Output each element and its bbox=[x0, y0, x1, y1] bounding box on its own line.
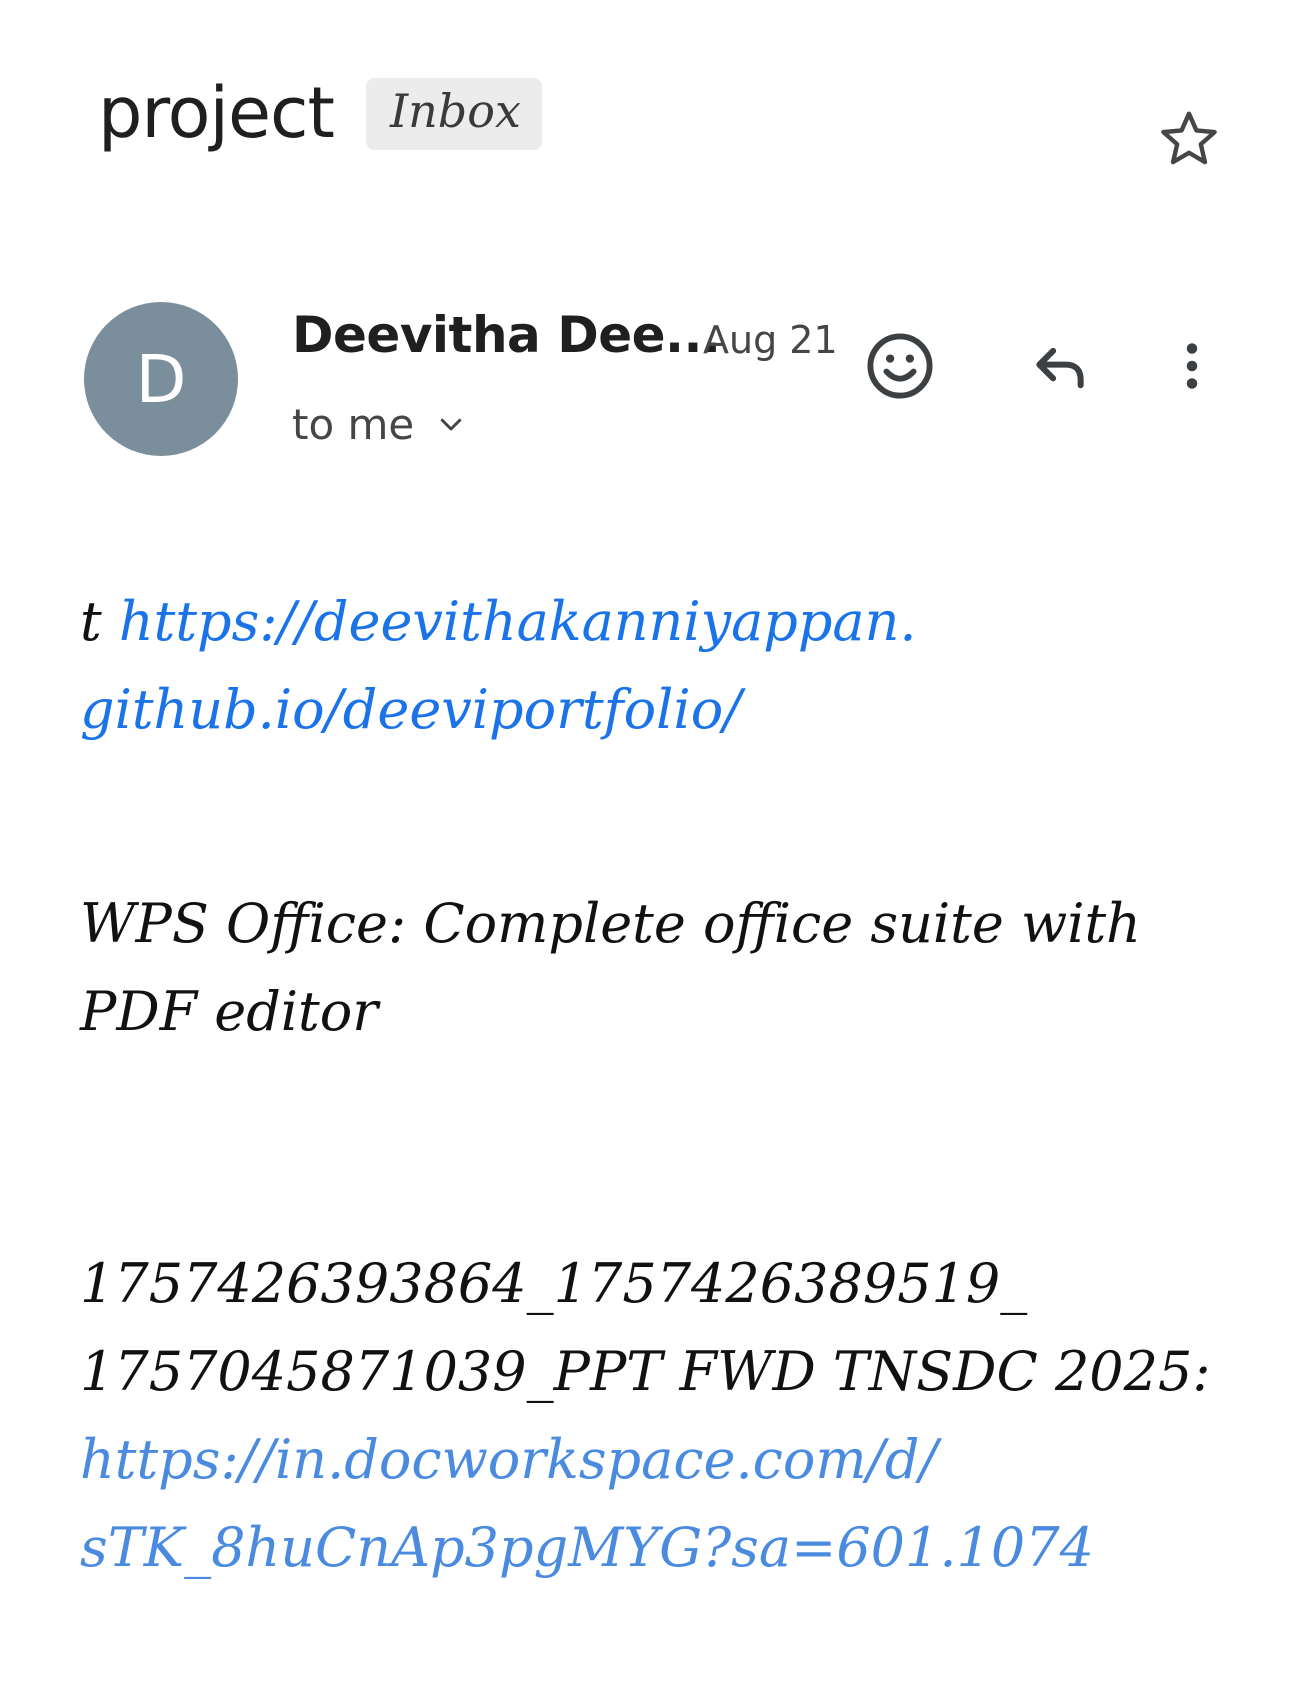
body-text: WPS Office: Complete office suite with bbox=[80, 892, 1141, 955]
body-text: 1757426393864_1757426389519_ bbox=[80, 1252, 1028, 1315]
body-text: PDF editor bbox=[80, 980, 379, 1043]
chevron-down-icon bbox=[436, 400, 466, 449]
docworkspace-link-continued[interactable]: sTK_8huCnAp3pgMYG?sa=601.1074 bbox=[80, 1516, 1094, 1579]
star-outline-icon bbox=[1156, 106, 1222, 176]
recipient-details-toggle[interactable]: to me bbox=[292, 400, 466, 449]
star-button[interactable] bbox=[1150, 102, 1228, 180]
body-text: t bbox=[80, 590, 119, 653]
avatar-letter: D bbox=[135, 340, 187, 418]
inbox-label-chip[interactable]: Inbox bbox=[366, 78, 542, 150]
more-vertical-icon bbox=[1162, 330, 1222, 406]
email-body-paragraph: WPS Office: Complete office suite with P… bbox=[80, 880, 1210, 1056]
docworkspace-link[interactable]: https://in.docworkspace.com/d/ bbox=[80, 1428, 938, 1491]
reply-icon bbox=[1027, 333, 1093, 403]
add-reaction-icon bbox=[863, 329, 937, 407]
sender-name[interactable]: Deevitha Dee... bbox=[292, 306, 721, 364]
body-text: 1757045871039_PPT FWD TNSDC 2025: bbox=[80, 1340, 1211, 1403]
email-subject: project bbox=[98, 72, 335, 154]
add-reaction-button[interactable] bbox=[858, 326, 942, 410]
portfolio-link[interactable]: https://deevithakanniyappan. bbox=[119, 590, 917, 653]
recipient-label: to me bbox=[292, 400, 415, 449]
reply-button[interactable] bbox=[1018, 326, 1102, 410]
email-date: Aug 21 bbox=[703, 318, 838, 362]
email-body-paragraph: t https://deevithakanniyappan. github.io… bbox=[80, 578, 1210, 754]
portfolio-link-continued[interactable]: github.io/deeviportfolio/ bbox=[80, 678, 741, 741]
more-options-button[interactable] bbox=[1150, 326, 1234, 410]
sender-avatar[interactable]: D bbox=[84, 302, 238, 456]
email-body-paragraph: 1757426393864_1757426389519_ 17570458710… bbox=[80, 1240, 1211, 1592]
